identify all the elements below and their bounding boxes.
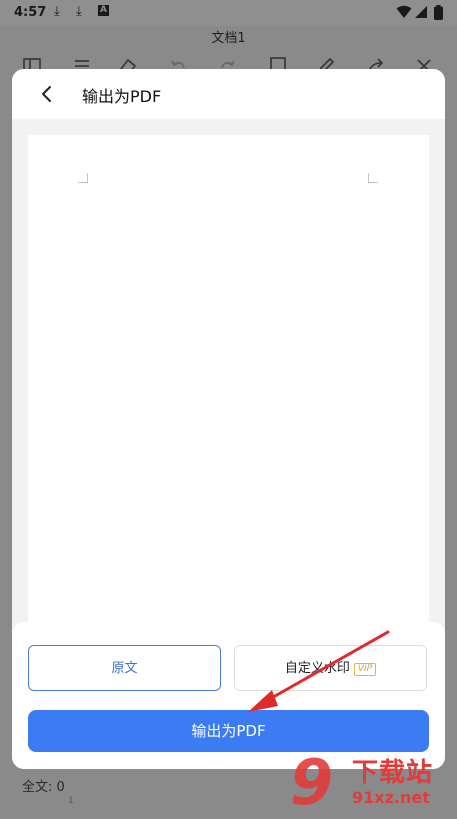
custom-watermark-button[interactable]: 自定义水印 VIP [234,645,427,691]
back-arrow-icon[interactable] [34,81,60,107]
status-time: 4:57 [14,5,47,20]
word-count: 全文: 0 [22,780,65,795]
logo-digit: 9 [290,746,334,819]
status-bar: 4:57 ⤓ ⤓ A [0,0,457,26]
dialog-header: 输出为PDF [12,69,445,119]
original-option-label: 原文 [111,661,138,676]
page-number: 1 [68,796,74,806]
download-icon: ⤓ [54,4,60,19]
custom-watermark-label: 自定义水印 [284,661,350,676]
dialog-title: 输出为PDF [82,87,162,106]
accessibility-icon: A [98,5,109,16]
document-title: 文档1 [211,31,246,46]
download-icon: ⤓ [76,4,82,19]
site-watermark-logo: 9 下载站 91xz.net [290,746,457,819]
battery-icon [434,5,443,20]
page-margin-marker [78,173,88,183]
wifi-icon [396,5,412,18]
export-options-panel: 原文 自定义水印 VIP 输出为PDF [12,622,445,769]
pdf-preview-page [28,135,429,665]
vip-badge: VIP [353,663,377,676]
page-margin-marker [368,173,378,183]
logo-url: 91xz.net [352,788,430,807]
export-pdf-button[interactable]: 输出为PDF [28,710,429,752]
original-option-button[interactable]: 原文 [28,645,221,691]
export-pdf-dialog: 输出为PDF 原文 自定义水印 VIP 输出为PDF [12,69,445,769]
logo-site-name: 下载站 [352,758,434,788]
signal-icon [415,6,427,18]
export-pdf-label: 输出为PDF [191,722,266,740]
